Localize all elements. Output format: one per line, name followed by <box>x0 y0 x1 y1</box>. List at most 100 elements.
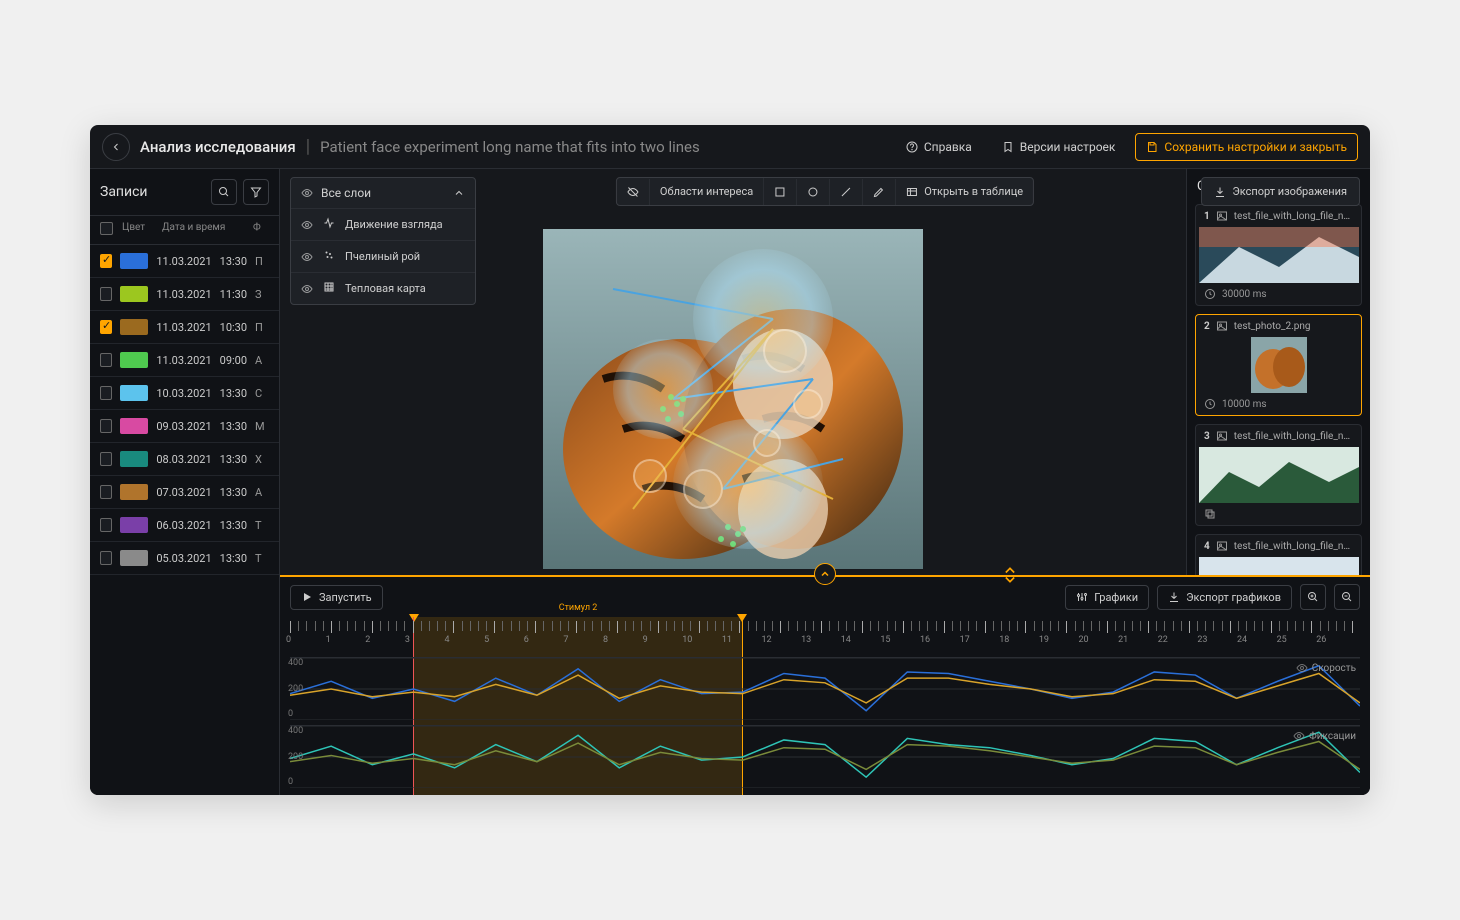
layer-label: Тепловая карта <box>345 282 426 295</box>
record-row[interactable]: 06.03.202113:30 Т <box>90 509 279 542</box>
chevron-up-icon <box>453 187 465 199</box>
record-extra: А <box>255 354 269 367</box>
record-row[interactable]: 10.03.202113:30 С <box>90 377 279 410</box>
record-row[interactable]: 11.03.202110:30 П <box>90 311 279 344</box>
image-icon <box>1216 210 1228 222</box>
layer-type-icon <box>323 281 335 296</box>
record-datetime: 11.03.202110:30 <box>156 321 247 334</box>
stimuli-list: 1 test_file_with_long_file_name.mov 3000… <box>1187 204 1370 575</box>
records-select-all[interactable] <box>100 222 113 235</box>
record-row[interactable]: 11.03.202113:30 П <box>90 245 279 278</box>
stimulus-card[interactable]: 2 test_photo_2.png 10000 ms <box>1195 314 1362 416</box>
stimuli-sidebar: Стимулы 1 test_file_with_long_file_name.… <box>1186 169 1370 575</box>
export-charts-button[interactable]: Экспорт графиков <box>1157 585 1292 610</box>
layer-label: Движение взгляда <box>345 218 443 231</box>
timeline-ruler[interactable]: Стимул 2 0123456789101112131415161718192… <box>290 617 1360 651</box>
layer-item[interactable]: Тепловая карта <box>291 273 475 304</box>
export-image-button[interactable]: Экспорт изображения <box>1201 177 1360 206</box>
col-datetime: Дата и время <box>162 222 245 238</box>
record-extra: Х <box>255 453 269 466</box>
record-checkbox[interactable] <box>100 386 112 400</box>
record-row[interactable]: 07.03.202113:30 А <box>90 476 279 509</box>
shape-line-button[interactable] <box>830 179 863 205</box>
help-button[interactable]: Справка <box>896 134 982 160</box>
record-checkbox[interactable] <box>100 353 112 367</box>
timeline-resize-handle[interactable] <box>1000 565 1020 585</box>
zoom-in-button[interactable] <box>1300 584 1326 610</box>
record-datetime: 11.03.202113:30 <box>156 255 247 268</box>
record-row[interactable]: 09.03.202113:30 М <box>90 410 279 443</box>
color-swatch <box>120 418 148 434</box>
record-datetime: 11.03.202109:00 <box>156 354 247 367</box>
record-datetime: 10.03.202113:30 <box>156 387 247 400</box>
line-icon <box>840 186 852 198</box>
record-checkbox[interactable] <box>100 419 112 433</box>
records-filter-button[interactable] <box>243 179 269 205</box>
color-swatch <box>120 517 148 533</box>
timeline-panel: Запустить Графики Экспорт графиков <box>280 577 1370 795</box>
sliders-icon <box>1076 591 1088 603</box>
record-checkbox[interactable] <box>100 320 112 334</box>
stimulus-thumbnail <box>1196 337 1361 393</box>
pen-icon <box>873 186 885 198</box>
layers-all-label: Все слои <box>321 186 445 200</box>
stimulus-card[interactable]: 3 test_file_with_long_file_name.mov <box>1195 424 1362 526</box>
layer-label: Пчелиный рой <box>345 250 420 263</box>
record-checkbox[interactable] <box>100 485 112 499</box>
shape-rect-button[interactable] <box>764 179 797 205</box>
record-datetime: 05.03.202113:30 <box>156 552 247 565</box>
timeline-collapse-button[interactable] <box>814 563 836 585</box>
layers-toggle[interactable]: Все слои <box>291 178 475 209</box>
charts-button[interactable]: Графики <box>1065 585 1149 610</box>
back-button[interactable] <box>102 133 130 161</box>
record-checkbox[interactable] <box>100 287 112 301</box>
zoom-out-button[interactable] <box>1334 584 1360 610</box>
record-checkbox[interactable] <box>100 518 112 532</box>
record-checkbox[interactable] <box>100 551 112 565</box>
play-button[interactable]: Запустить <box>290 585 383 610</box>
record-checkbox[interactable] <box>100 254 112 268</box>
versions-button[interactable]: Версии настроек <box>992 134 1126 160</box>
layer-item[interactable]: Движение взгляда <box>291 209 475 241</box>
record-checkbox[interactable] <box>100 452 112 466</box>
stimulus-duration: 30000 ms <box>1222 289 1267 300</box>
shape-pen-button[interactable] <box>863 179 896 205</box>
record-extra: П <box>255 321 269 334</box>
record-datetime: 09.03.202113:30 <box>156 420 247 433</box>
save-close-button[interactable]: Сохранить настройки и закрыть <box>1135 133 1358 161</box>
record-row[interactable]: 08.03.202113:30 Х <box>90 443 279 476</box>
chevron-up-icon <box>819 568 831 580</box>
record-row[interactable]: 11.03.202109:00 А <box>90 344 279 377</box>
shape-circle-button[interactable] <box>797 179 830 205</box>
color-swatch <box>120 319 148 335</box>
eye-icon <box>301 251 313 263</box>
records-search-button[interactable] <box>211 179 237 205</box>
record-row[interactable]: 05.03.202113:30 Т <box>90 542 279 575</box>
eye-off-icon <box>627 186 639 198</box>
stimulus-duration: 10000 ms <box>1222 399 1267 410</box>
color-swatch <box>120 352 148 368</box>
col-color: Цвет <box>122 222 154 238</box>
record-datetime: 08.03.202113:30 <box>156 453 247 466</box>
record-row[interactable]: 11.03.202111:30 З <box>90 278 279 311</box>
stimulus-card[interactable]: 1 test_file_with_long_file_name.mov 3000… <box>1195 204 1362 306</box>
page-title: Анализ исследования <box>140 138 296 156</box>
layer-item[interactable]: Пчелиный рой <box>291 241 475 273</box>
chart-speed: 400 200 0 Скорость <box>290 657 1360 719</box>
color-swatch <box>120 451 148 467</box>
chart-fixations: 400 200 0 Фиксации <box>290 725 1360 787</box>
eye-icon <box>1296 662 1308 674</box>
stimulus-name: test_file_with_long_file_name.mov <box>1234 211 1353 222</box>
stimulus-name: test_photo_2.png <box>1234 321 1353 332</box>
resize-icon <box>1000 565 1020 585</box>
stimulus-thumbnail <box>1196 447 1361 503</box>
stimulus-number: 3 <box>1204 431 1210 442</box>
record-datetime: 07.03.202113:30 <box>156 486 247 499</box>
visibility-toggle[interactable] <box>617 179 650 205</box>
stimulus-card[interactable]: 4 test_file_with_long_file_name.mov <box>1195 534 1362 575</box>
open-table-button[interactable]: Открыть в таблице <box>896 178 1033 205</box>
copy-icon <box>1204 508 1216 520</box>
layers-panel: Все слои Движение взгляда Пчелиный рой Т… <box>290 177 476 305</box>
color-swatch <box>120 385 148 401</box>
filter-icon <box>250 186 262 198</box>
